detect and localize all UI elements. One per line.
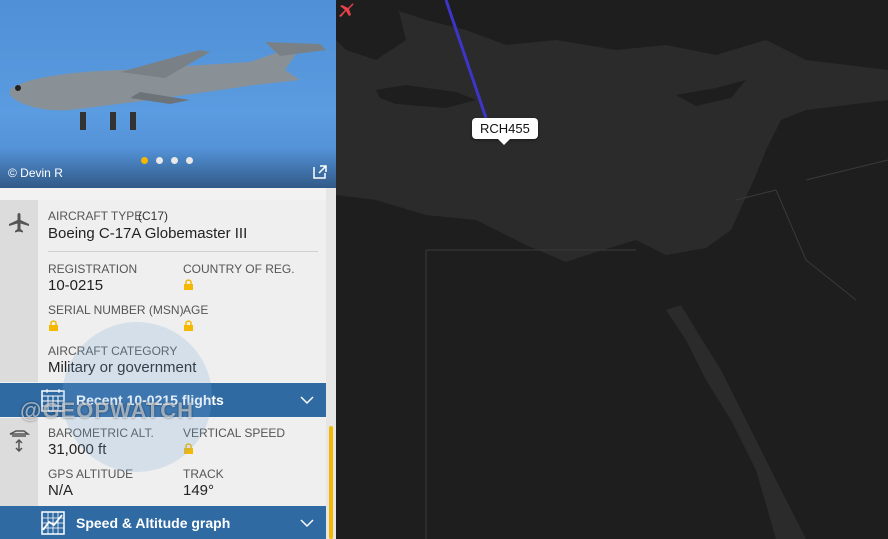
map-view[interactable]: RCH455 <box>336 0 888 539</box>
airplane-icon <box>9 213 29 233</box>
pager-dot[interactable] <box>171 157 178 164</box>
external-link-icon[interactable] <box>312 164 328 180</box>
photo-pager[interactable] <box>141 157 193 164</box>
aircraft-section-icon-column <box>0 200 38 382</box>
chevron-down-icon <box>300 396 314 405</box>
map-landmass <box>336 0 888 539</box>
track-label: TRACK <box>183 467 224 481</box>
pager-dot[interactable] <box>156 157 163 164</box>
lock-icon <box>49 320 58 331</box>
telegram-watermark-circle <box>62 322 212 472</box>
aircraft-type-code: (C17) <box>138 209 169 223</box>
photo-credit: © Devin R <box>8 166 63 180</box>
divider <box>48 251 318 252</box>
watermark-text: @GEOPWATCH <box>20 398 195 423</box>
chevron-down-icon <box>300 519 314 528</box>
speed-altitude-graph-label: Speed & Altitude graph <box>76 515 231 531</box>
scrollbar-thumb[interactable] <box>329 426 333 539</box>
aircraft-marker-icon[interactable] <box>336 0 356 20</box>
pager-dot[interactable] <box>141 157 148 164</box>
lock-icon <box>184 279 193 290</box>
altitude-section-icon-column <box>0 418 38 506</box>
lock-icon <box>184 320 193 331</box>
altitude-icon <box>9 430 30 452</box>
track-value: 149° <box>183 482 215 499</box>
registration-label: REGISTRATION <box>48 262 138 276</box>
pager-dot[interactable] <box>186 157 193 164</box>
registration-value: 10-0215 <box>48 277 104 294</box>
speed-altitude-graph-bar[interactable]: Speed & Altitude graph <box>0 506 326 539</box>
aircraft-type-label: AIRCRAFT TYPE <box>48 209 143 223</box>
graph-icon <box>41 511 65 535</box>
flight-callsign-label[interactable]: RCH455 <box>472 118 538 145</box>
country-label: COUNTRY OF REG. <box>183 262 295 276</box>
aircraft-photo[interactable]: © Devin R <box>0 0 336 188</box>
aircraft-type-value: Boeing C-17A Globemaster III <box>48 225 248 242</box>
gps-altitude-value: N/A <box>48 482 74 499</box>
serial-number-label: SERIAL NUMBER (MSN) <box>48 303 184 317</box>
flight-info-panel: © Devin R AIRCRAFT TYPE (C17) Boeing C-1… <box>0 0 336 539</box>
age-label: AGE <box>183 303 209 317</box>
